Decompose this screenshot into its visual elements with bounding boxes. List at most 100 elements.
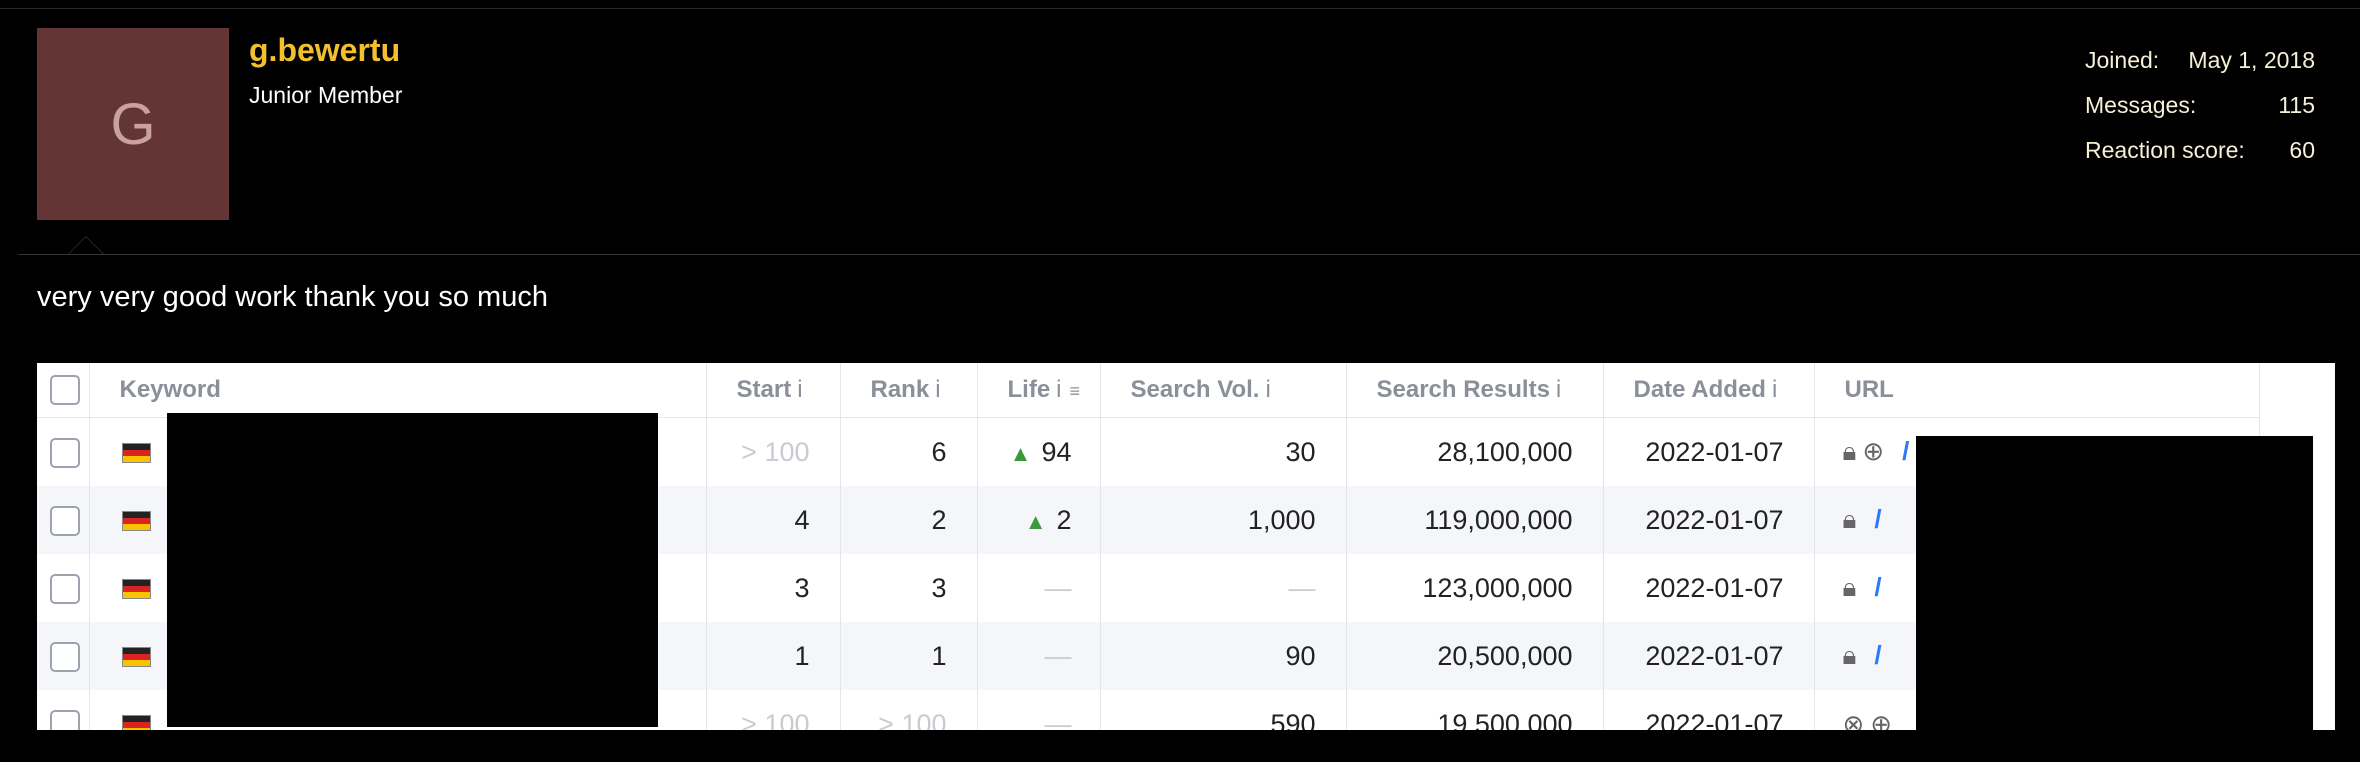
germany-flag-icon [121,715,151,730]
lock-icon[interactable]: 🔒︎ [1843,640,1857,672]
life-cell: ▲ 94 [977,417,1101,486]
crosshair-icon[interactable]: ⊕ [1862,436,1884,467]
stat-label: Reaction score: [2085,137,2245,163]
header-search-vol[interactable]: Search Vol. i [1100,363,1347,418]
life-cell: — [977,622,1101,690]
header-rank[interactable]: Rank i [840,363,978,418]
row-checkbox[interactable] [50,573,80,604]
search-vol-cell: 590 [1100,690,1347,730]
header-label: Date Added [1633,376,1766,403]
header-label: Search Results [1376,376,1550,403]
lock-icon[interactable]: 🔒︎ [1843,436,1857,468]
redaction-block [167,413,658,727]
start-cell: > 100 [706,417,841,486]
search-vol-cell: — [1100,554,1347,622]
rank-cell: 2 [840,486,978,554]
header-search-results[interactable]: Search Results i [1346,363,1604,418]
search-results-cell: 20,500,000 [1346,622,1604,690]
info-icon[interactable]: i [1772,376,1777,403]
url-link[interactable]: / [1874,640,1881,670]
life-value: — [1044,572,1072,603]
stat-value: 60 [2289,137,2315,163]
date-added-cell: 2022-01-07 [1603,417,1815,486]
username-link[interactable]: g.bewertu [249,32,400,69]
url-link[interactable]: / [1874,504,1881,534]
close-circle-icon[interactable]: ⊗ [1843,709,1865,731]
header-label: URL [1844,376,1894,403]
start-cell: > 100 [706,690,841,730]
germany-flag-icon [121,579,151,600]
search-vol-cell: 30 [1100,417,1347,486]
row-select-cell [37,486,90,554]
row-checkbox[interactable] [50,437,80,468]
sort-icon[interactable]: ≡ [1070,381,1081,401]
stat-value: 115 [2278,92,2315,118]
lock-icon[interactable]: 🔒︎ [1843,504,1857,536]
redaction-block [1916,436,2313,730]
row-select-cell [37,622,90,690]
header-keyword[interactable]: Keyword [89,363,707,418]
life-value: 2 [1056,504,1072,535]
header-label: Keyword [119,376,221,403]
avatar-letter: G [110,91,156,157]
rank-cell: > 100 [840,690,978,730]
row-select-cell [37,554,90,622]
stat-messages: Messages: 115 [2085,83,2315,128]
search-results-cell: 123,000,000 [1346,554,1604,622]
stat-value: May 1, 2018 [2188,47,2315,73]
avatar[interactable]: G [37,28,229,220]
stat-joined: Joined: May 1, 2018 [2085,38,2315,83]
url-link[interactable]: / [1874,572,1881,602]
row-checkbox[interactable] [50,505,80,536]
arrow-up-icon: ▲ [1024,508,1047,534]
header-start[interactable]: Start i [706,363,841,418]
date-added-cell: 2022-01-07 [1603,622,1815,690]
life-cell: — [977,554,1101,622]
start-cell: 3 [706,554,841,622]
header-life[interactable]: Life i ≡ [977,363,1101,418]
header-label: Search Vol. [1130,376,1260,403]
info-icon[interactable]: i [797,376,802,403]
select-all-checkbox[interactable] [50,375,80,405]
search-results-cell: 119,000,000 [1346,486,1604,554]
life-value: 94 [1041,436,1072,467]
date-added-cell: 2022-01-07 [1603,690,1815,730]
table-header-row: Keyword Start i Rank i Life i ≡ Search Vol. i… [37,363,2260,418]
user-title: Junior Member [249,82,403,108]
info-icon[interactable]: i [1056,376,1061,403]
row-checkbox[interactable] [50,709,80,730]
stat-label: Messages: [2085,92,2197,118]
header-label: Life [1007,376,1051,403]
top-divider [0,8,2360,9]
header-date-added[interactable]: Date Added i [1603,363,1815,418]
search-vol-cell: 90 [1100,622,1347,690]
info-icon[interactable]: i [1265,376,1270,403]
stat-reaction-score: Reaction score: 60 [2085,128,2315,173]
search-results-cell: 19,500,000 [1346,690,1604,730]
info-icon[interactable]: i [1556,376,1561,403]
arrow-up-icon: ▲ [1009,440,1032,466]
germany-flag-icon [121,647,151,668]
stat-label: Joined: [2085,47,2160,73]
rank-cell: 3 [840,554,978,622]
post-arrow [68,236,104,254]
info-icon[interactable]: i [935,376,940,403]
search-vol-cell: 1,000 [1100,486,1347,554]
post-message: very very good work thank you so much [37,281,548,313]
header-label: Start [736,376,792,403]
germany-flag-icon [121,443,151,464]
user-stats: Joined: May 1, 2018 Messages: 115 Reacti… [2085,38,2315,173]
lock-icon[interactable]: 🔒︎ [1843,572,1857,604]
search-results-cell: 28,100,000 [1346,417,1604,486]
start-cell: 4 [706,486,841,554]
start-cell: 1 [706,622,841,690]
select-all-cell [37,363,90,418]
row-select-cell [37,690,90,730]
header-label: Rank [870,376,930,403]
life-cell: ▲ 2 [977,486,1101,554]
header-url[interactable]: URL [1814,363,2260,418]
url-link[interactable]: / [1902,436,1909,466]
crosshair-icon[interactable]: ⊕ [1870,709,1892,731]
date-added-cell: 2022-01-07 [1603,486,1815,554]
row-checkbox[interactable] [50,641,80,672]
